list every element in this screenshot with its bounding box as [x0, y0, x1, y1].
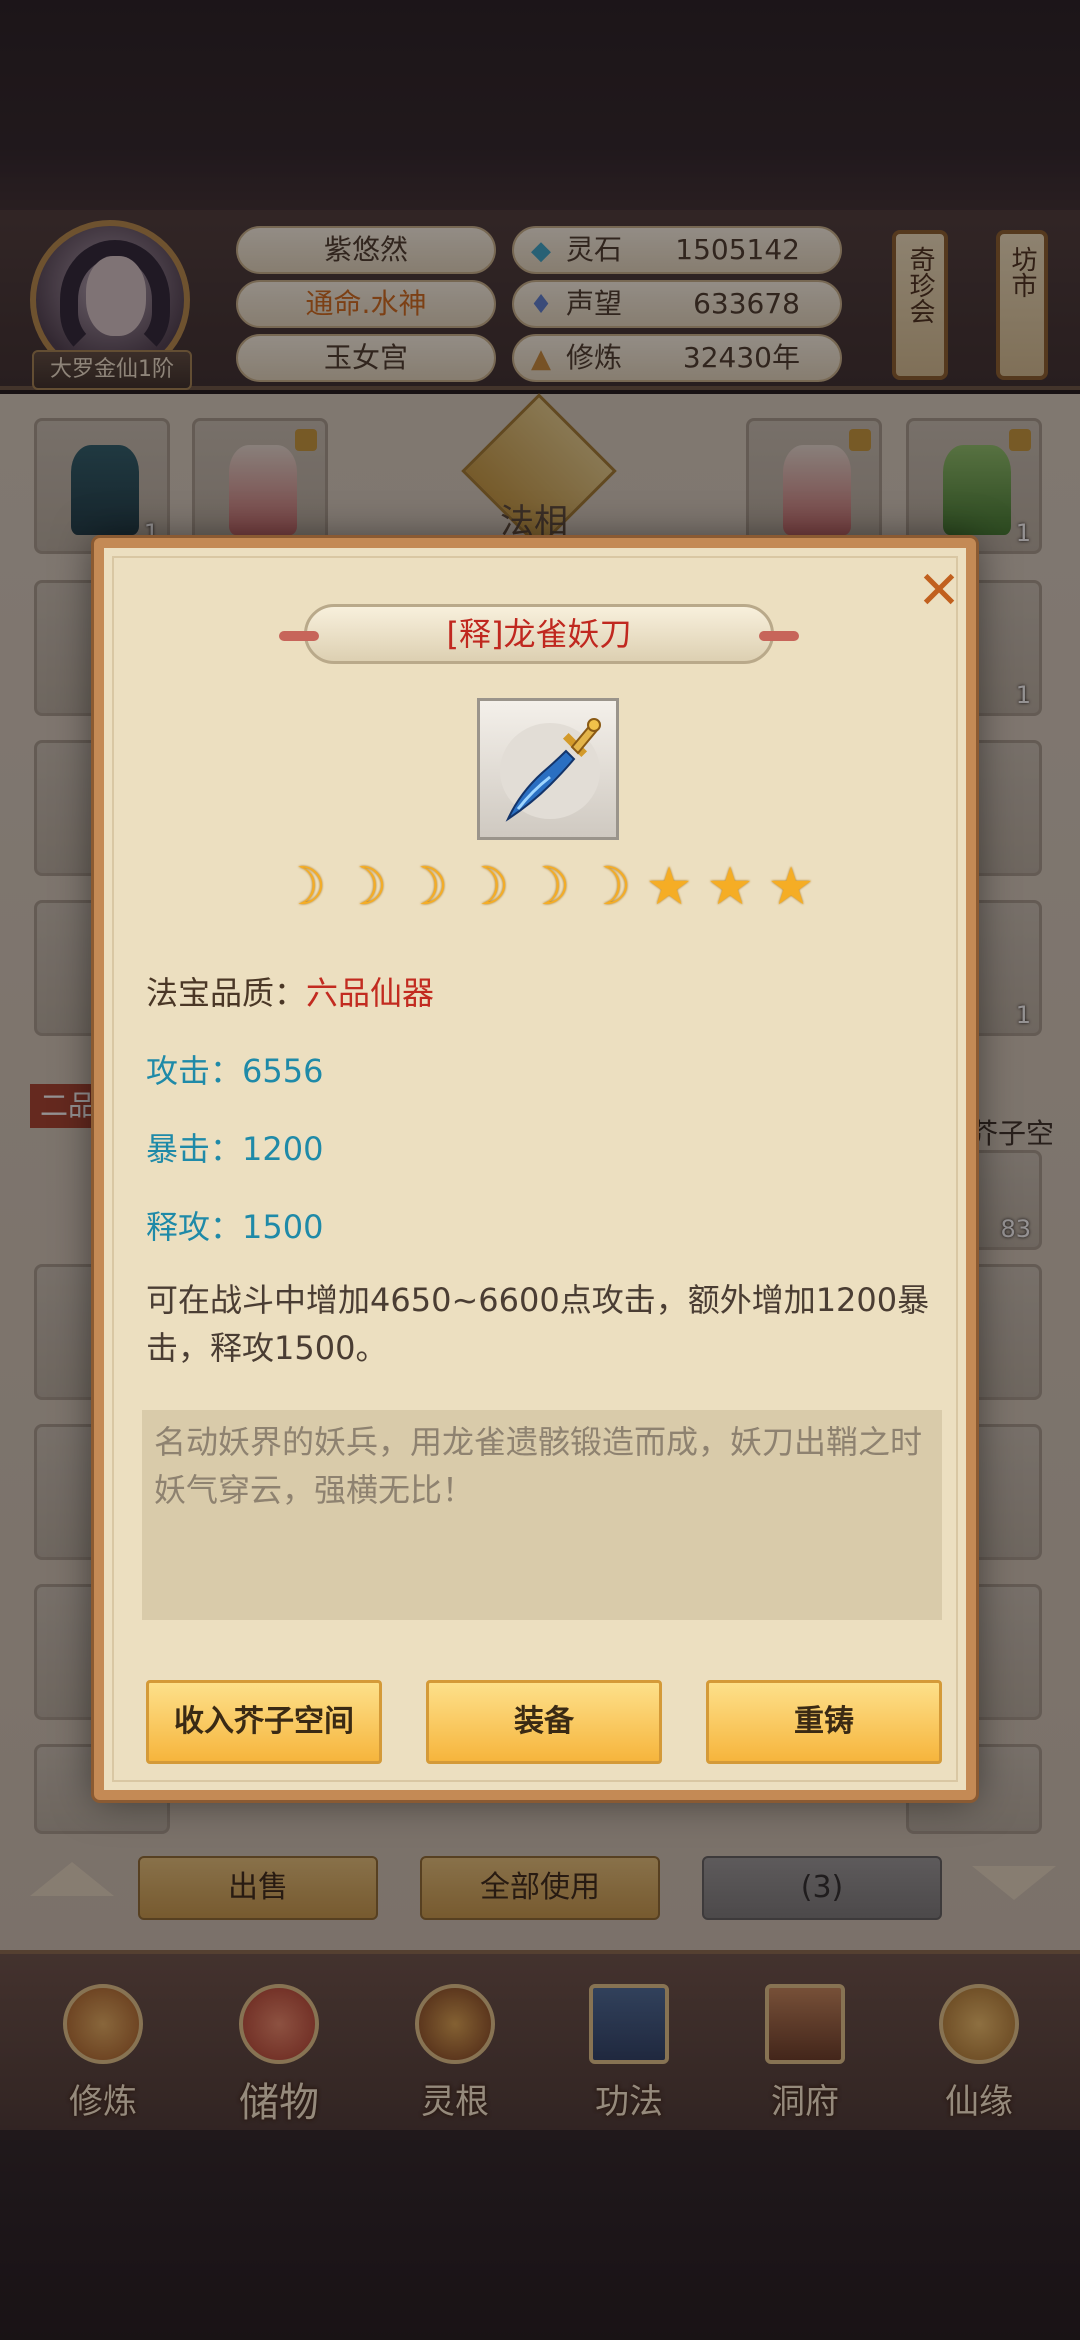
close-icon[interactable]: ✕: [914, 565, 964, 617]
stat-attack: 攻击：6556: [146, 1052, 324, 1090]
dagger-icon: [500, 718, 601, 822]
star-icon: ★: [767, 857, 815, 917]
quality-value: 六品仙器: [306, 974, 435, 1012]
star-icon: ★: [645, 857, 693, 917]
quality-label: 法宝品质：: [146, 974, 307, 1012]
equip-button[interactable]: 装备: [426, 1680, 662, 1764]
moon-icon: ☽: [401, 857, 449, 917]
item-icon-frame: [477, 698, 619, 840]
stat-crit: 暴击：1200: [146, 1130, 324, 1168]
item-title: [释]龙雀妖刀: [446, 615, 632, 653]
store-to-space-button[interactable]: 收入芥子空间: [146, 1680, 382, 1764]
item-detail-dialog: ✕ [释]龙雀妖刀 ☽ ☽ ☽ ☽ ☽ ☽ ★ ★ ★ 法宝品质：六品仙器 攻击…: [94, 538, 976, 1800]
moon-icon: ☽: [523, 857, 571, 917]
moon-icon: ☽: [462, 857, 510, 917]
moon-icon: ☽: [279, 857, 327, 917]
quality-line: 法宝品质：六品仙器: [146, 968, 434, 1014]
moon-icon: ☽: [340, 857, 388, 917]
item-effect-description: 可在战斗中增加4650~6600点攻击，额外增加1200暴击，释攻1500。: [146, 1281, 930, 1367]
title-banner: [释]龙雀妖刀: [279, 604, 799, 664]
reforge-button[interactable]: 重铸: [706, 1680, 942, 1764]
moon-icon: ☽: [584, 857, 632, 917]
grade-rating: ☽ ☽ ☽ ☽ ☽ ☽ ★ ★ ★: [274, 858, 834, 918]
lore-box: 名动妖界的妖兵，用龙雀遗骸锻造而成，妖刀出鞘之时妖气穿云，强横无比！: [142, 1410, 942, 1620]
star-icon: ★: [706, 857, 754, 917]
stat-release-attack: 释攻：1500: [146, 1208, 324, 1246]
item-lore-text: 名动妖界的妖兵，用龙雀遗骸锻造而成，妖刀出鞘之时妖气穿云，强横无比！: [154, 1423, 923, 1509]
game-screen: 大罗金仙1阶 紫悠然 通命.水神 玉女宫 ◆ 灵石 1505142 ♦ 声望 6…: [0, 0, 1080, 2340]
